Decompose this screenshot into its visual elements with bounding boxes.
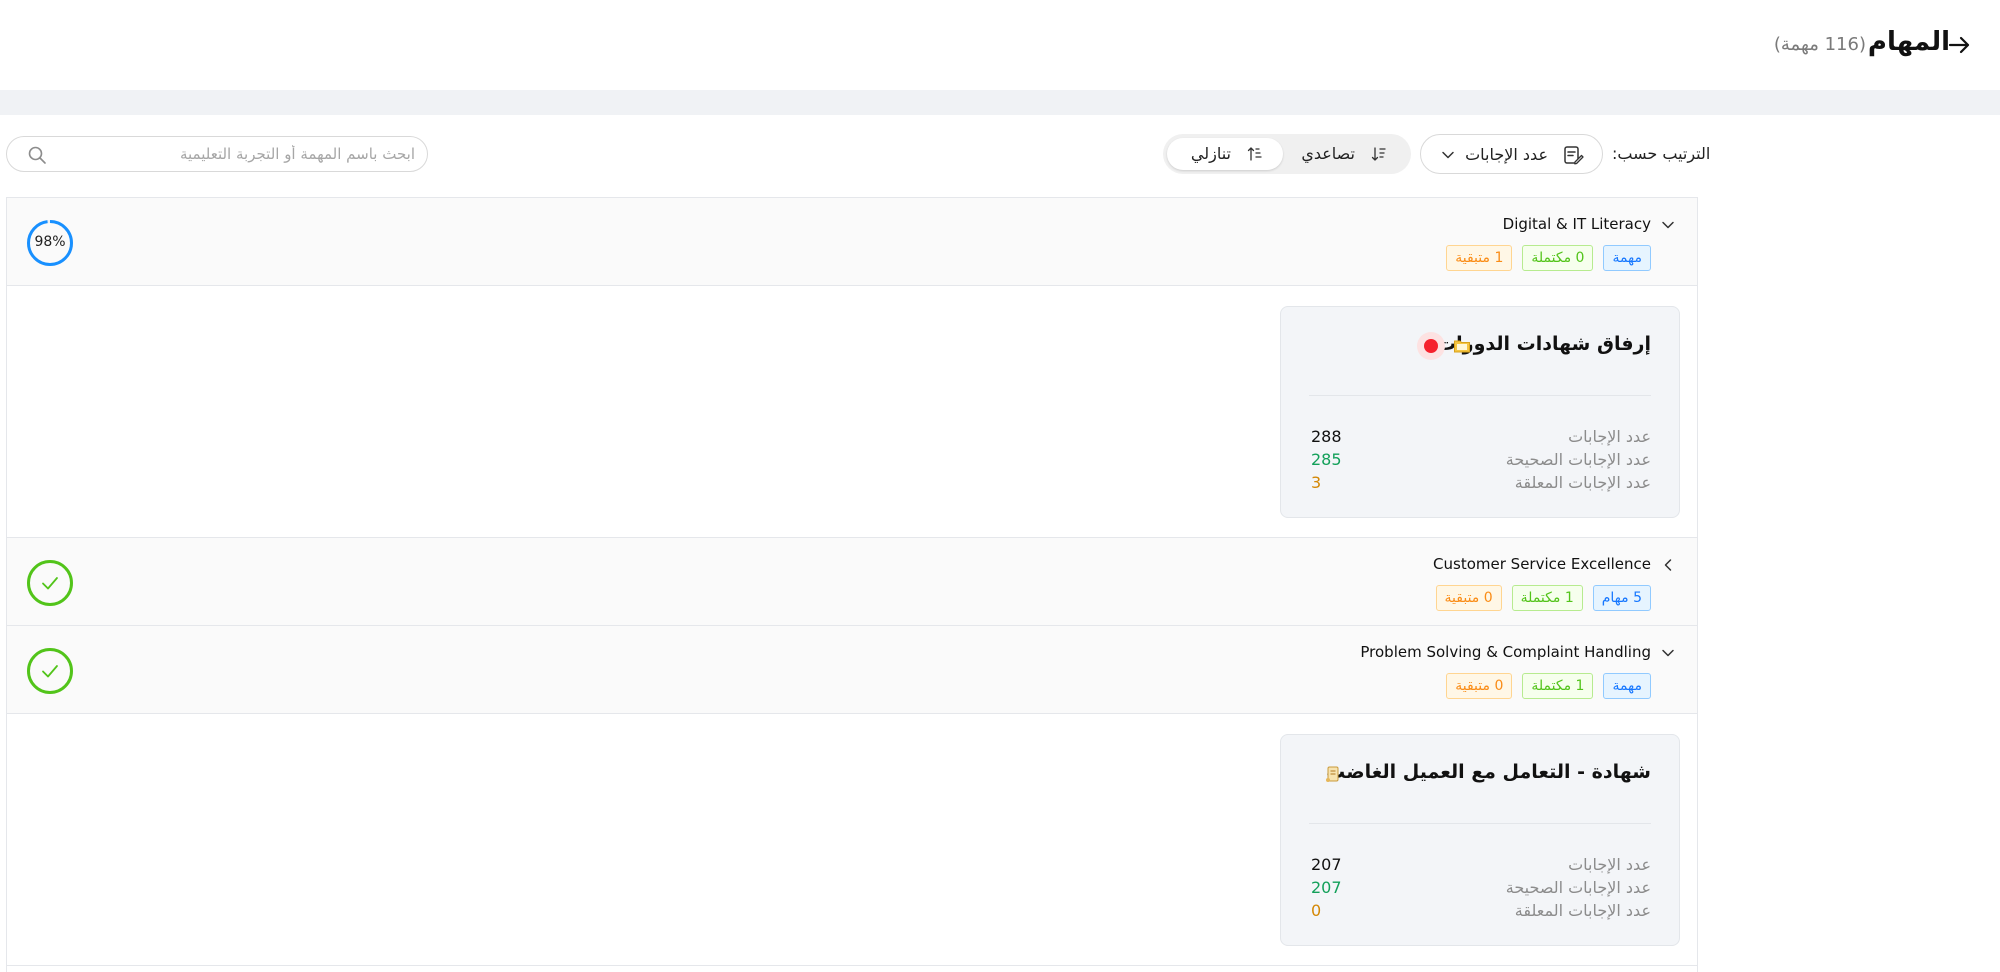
card-divider [1309, 823, 1651, 824]
tasks-count-tag: مهمة [1603, 673, 1651, 699]
group-title: Customer Service Excellence [1433, 555, 1651, 573]
group-tags: مهمة 1 مكتملة 0 متبقية [1446, 673, 1651, 699]
sort-descending-icon [1247, 147, 1262, 161]
chevron-down-icon[interactable] [1661, 646, 1675, 660]
remaining-count-tag: 0 متبقية [1446, 673, 1513, 699]
folder-icon [1454, 340, 1470, 353]
sort-by-select[interactable]: عدد الإجابات [1420, 134, 1603, 174]
chevron-down-icon [1442, 151, 1454, 159]
pending-answers-label: عدد الإجابات المعلقة [1514, 901, 1651, 920]
correct-answers-value: 285 [1311, 450, 1342, 469]
search-input[interactable] [57, 141, 415, 167]
sort-ascending-option[interactable]: تصاعدي [1291, 138, 1407, 170]
correct-answers-value: 207 [1311, 878, 1342, 897]
completed-count-tag: 1 مكتملة [1511, 585, 1583, 611]
sort-descending-option[interactable]: تنازلي [1167, 138, 1283, 170]
total-answers-value: 288 [1311, 427, 1342, 446]
page-title: المهام [1867, 27, 1950, 57]
total-answers-label: عدد الإجابات [1568, 855, 1651, 874]
group-header-problem-solving[interactable]: Problem Solving & Complaint Handling مهم… [7, 626, 1697, 714]
task-group-list: Digital & IT Literacy مهمة 0 مكتملة 1 مت… [6, 197, 1698, 972]
header-divider-band [0, 90, 2000, 115]
completed-check-icon [27, 560, 73, 606]
group-tags: مهمة 0 مكتملة 1 متبقية [1446, 245, 1651, 271]
edit-list-icon [1564, 146, 1584, 165]
scroll-icon [1326, 766, 1339, 782]
pending-answers-value: 0 [1311, 901, 1322, 920]
sort-by-value: عدد الإجابات [1465, 145, 1548, 164]
tasks-count-tag: 5 مهام [1592, 585, 1651, 611]
search-box [6, 136, 428, 172]
correct-answers-label: عدد الإجابات الصحيحة [1505, 878, 1651, 897]
tasks-count-tag: مهمة [1603, 245, 1651, 271]
group-header-digital-it-literacy[interactable]: Digital & IT Literacy مهمة 0 مكتملة 1 مت… [7, 198, 1697, 286]
completed-count-tag: 0 مكتملة [1522, 245, 1594, 271]
pending-answers-value: 3 [1311, 473, 1322, 492]
chevron-down-icon[interactable] [1661, 218, 1675, 232]
total-answers-label: عدد الإجابات [1568, 427, 1651, 446]
pending-answers-label: عدد الإجابات المعلقة [1514, 473, 1651, 492]
task-card[interactable]: إرفاق شهادات الدورات عدد الإجابات 288 عد… [1280, 306, 1680, 518]
sort-label: الترتيب حسب: [1612, 144, 1711, 163]
remaining-count-tag: 1 متبقية [1446, 245, 1513, 271]
search-icon[interactable] [27, 145, 47, 165]
sort-descending-label: تنازلي [1190, 144, 1231, 163]
group-header-customer-service-excellence[interactable]: Customer Service Excellence 5 مهام 1 مكت… [7, 538, 1697, 626]
task-card[interactable]: شهادة - التعامل مع العميل الغاضب عدد الإ… [1280, 734, 1680, 946]
group-title: Problem Solving & Complaint Handling [1360, 643, 1651, 661]
group-body-problem-solving: شهادة - التعامل مع العميل الغاضب عدد الإ… [7, 714, 1697, 966]
remaining-count-tag: 0 متبقية [1435, 585, 1502, 611]
completed-count-tag: 1 مكتملة [1522, 673, 1594, 699]
sort-ascending-label: تصاعدي [1301, 144, 1355, 163]
sort-ascending-icon [1371, 147, 1386, 161]
group-body-digital-it-literacy: إرفاق شهادات الدورات عدد الإجابات 288 عد… [7, 286, 1697, 538]
total-answers-value: 207 [1311, 855, 1342, 874]
red-dot-icon [1424, 339, 1438, 353]
progress-percent: 98% [34, 234, 66, 250]
group-title: Digital & IT Literacy [1502, 215, 1651, 233]
task-title: شهادة - التعامل مع العميل الغاضب [1326, 761, 1651, 783]
card-divider [1309, 395, 1651, 396]
top-bar: المهام (116 مهمة) [0, 0, 2000, 90]
completed-check-icon [27, 648, 73, 694]
alert-indicator [1417, 332, 1445, 360]
task-count: (116 مهمة) [1773, 34, 1866, 55]
correct-answers-label: عدد الإجابات الصحيحة [1505, 450, 1651, 469]
sort-order-toggle: تصاعدي تنازلي [1163, 134, 1411, 174]
group-tags: 5 مهام 1 مكتملة 0 متبقية [1435, 585, 1651, 611]
chevron-left-icon[interactable] [1661, 558, 1675, 572]
